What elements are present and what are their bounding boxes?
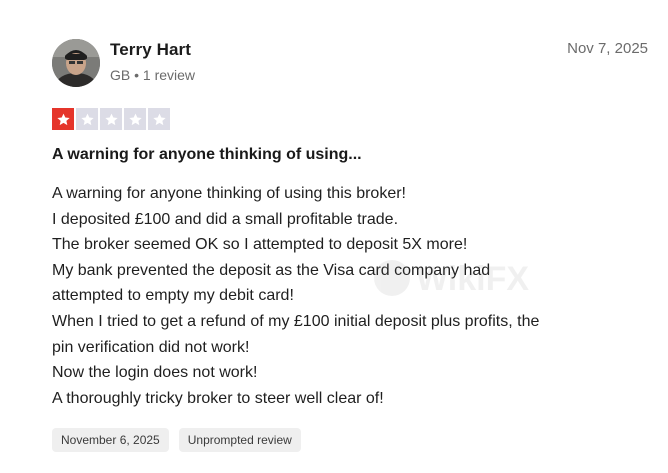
review-body-line: pin verification did not work!: [52, 338, 250, 356]
star-filled-icon: [52, 108, 74, 130]
review-body-line: A thoroughly tricky broker to steer well…: [52, 389, 384, 407]
star-empty-icon: [124, 108, 146, 130]
star-empty-icon: [100, 108, 122, 130]
review-type-tag: Unprompted review: [178, 428, 301, 452]
experience-date-tag: November 6, 2025: [52, 428, 169, 452]
review-body-line: Now the login does not work!: [52, 364, 258, 382]
reviewer-meta: GB • 1 review: [110, 67, 196, 83]
review-title[interactable]: A warning for anyone thinking of using..…: [52, 146, 362, 164]
review-body-line: When I tried to get a refund of my £100 …: [52, 312, 540, 330]
avatar[interactable]: [52, 39, 100, 87]
review-tags: November 6, 2025 Unprompted review: [52, 428, 301, 452]
star-empty-icon: [148, 108, 170, 130]
user-photo-avatar-icon: [52, 39, 100, 87]
review-body-line: My bank prevented the deposit as the Vis…: [52, 261, 491, 279]
star-rating: [52, 108, 170, 130]
review-body-line: I deposited £100 and did a small profita…: [52, 210, 399, 228]
review-body-line: A warning for anyone thinking of using t…: [52, 185, 406, 202]
review-header: Terry Hart GB • 1 review Nov 7, 2025: [52, 38, 648, 90]
star-empty-icon: [76, 108, 98, 130]
reviewer-name[interactable]: Terry Hart: [110, 40, 191, 60]
review-body-line: The broker seemed OK so I attempted to d…: [52, 236, 468, 254]
review-body-line: attempted to empty my debit card!: [52, 287, 294, 305]
review-card: Terry Hart GB • 1 review Nov 7, 2025 A w…: [0, 0, 668, 473]
review-body: A warning for anyone thinking of using t…: [52, 181, 642, 411]
review-date: Nov 7, 2025: [567, 40, 648, 57]
